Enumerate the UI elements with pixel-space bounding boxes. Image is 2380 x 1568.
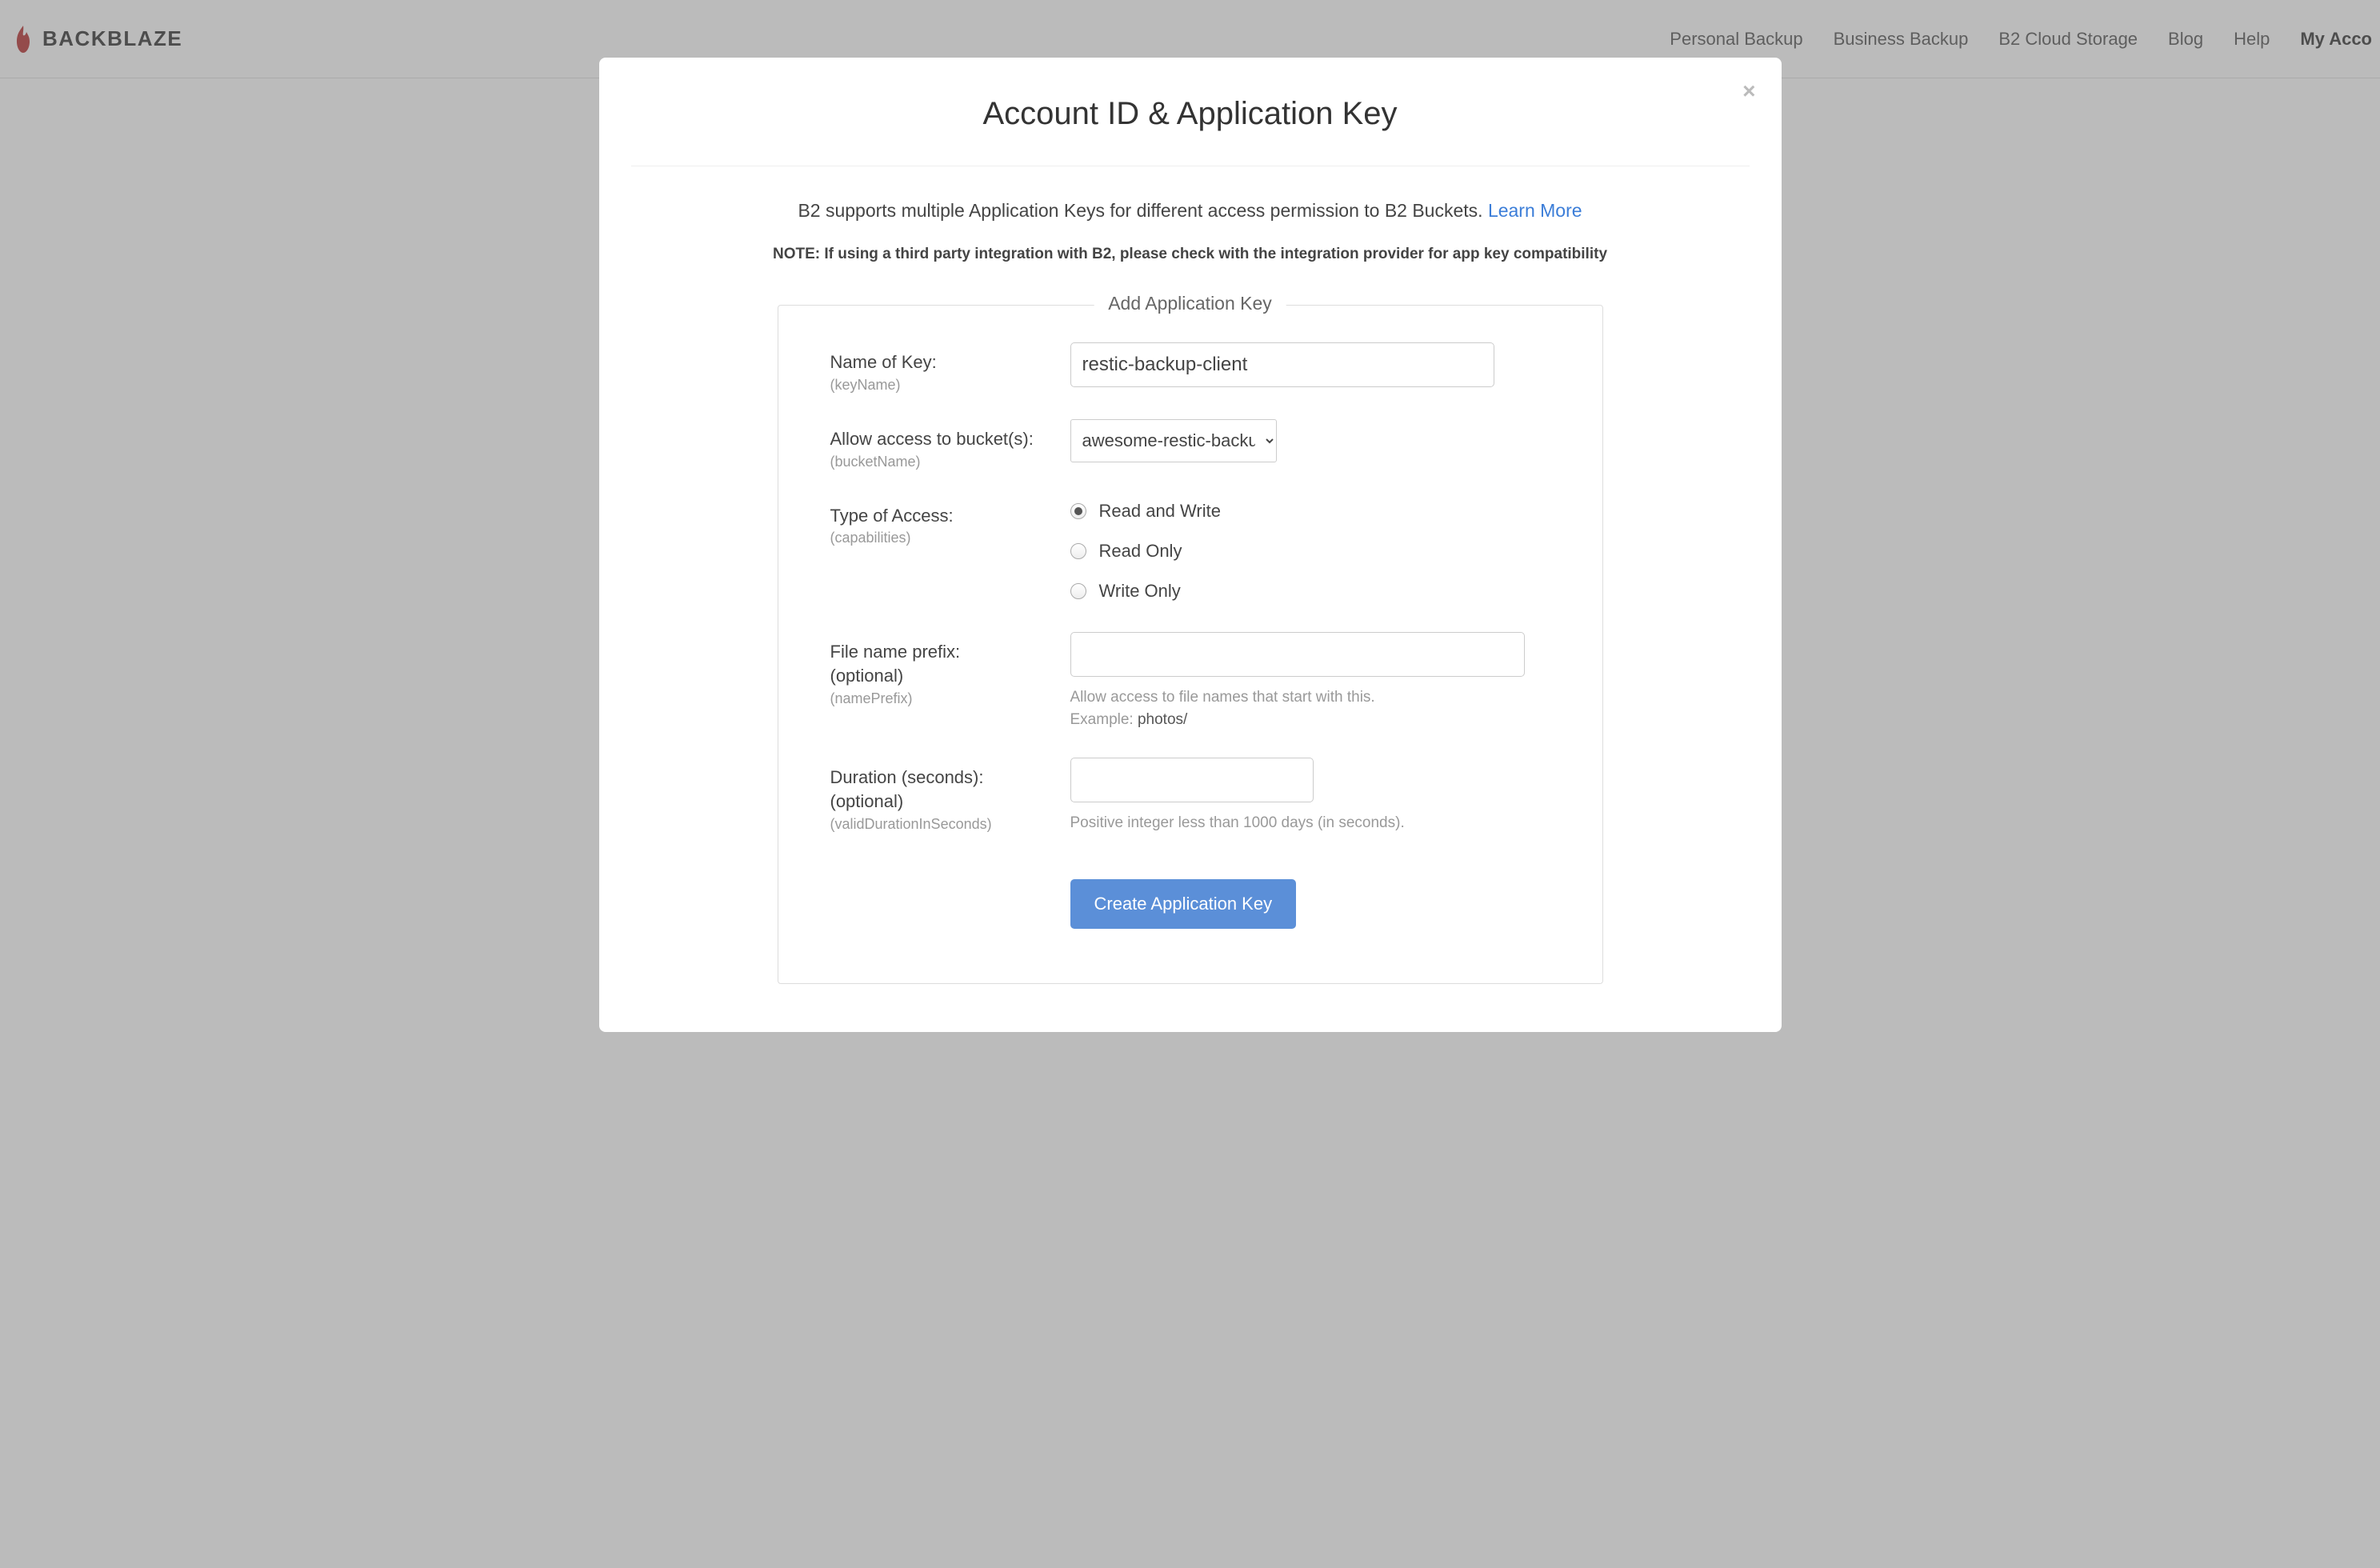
sublabel-access: (capabilities): [830, 530, 1070, 546]
create-key-button[interactable]: Create Application Key: [1070, 879, 1297, 929]
intro-text: B2 supports multiple Application Keys fo…: [798, 200, 1488, 221]
prefix-example-label: Example:: [1070, 711, 1138, 728]
modal-intro: B2 supports multiple Application Keys fo…: [599, 166, 1782, 222]
radio-icon: [1070, 503, 1086, 519]
submit-row: Create Application Key: [1070, 879, 1550, 929]
sublabel-bucket: (bucketName): [830, 454, 1070, 470]
radio-icon: [1070, 583, 1086, 599]
learn-more-link[interactable]: Learn More: [1488, 200, 1582, 221]
fieldset-legend: Add Application Key: [1094, 293, 1286, 314]
sublabel-key-name: (keyName): [830, 377, 1070, 394]
row-access-type: Type of Access: (capabilities) Read and …: [830, 496, 1550, 602]
radio-write-only[interactable]: Write Only: [1070, 581, 1550, 602]
label-duration-1: Duration (seconds):: [830, 766, 1070, 790]
sublabel-duration: (validDurationInSeconds): [830, 816, 1070, 833]
bucket-select[interactable]: awesome-restic-backup: [1070, 419, 1277, 462]
radio-label-wo: Write Only: [1099, 581, 1181, 602]
app-key-modal: × Account ID & Application Key B2 suppor…: [599, 58, 1782, 1032]
prefix-help-text: Allow access to file names that start wi…: [1070, 689, 1375, 706]
prefix-input[interactable]: [1070, 632, 1525, 677]
label-bucket: Allow access to bucket(s):: [830, 427, 1070, 452]
label-duration-2: (optional): [830, 790, 1070, 814]
radio-icon: [1070, 543, 1086, 559]
radio-label-ro: Read Only: [1099, 541, 1182, 562]
row-prefix: File name prefix: (optional) (namePrefix…: [830, 632, 1550, 732]
label-prefix-1: File name prefix:: [830, 640, 1070, 665]
duration-help: Positive integer less than 1000 days (in…: [1070, 812, 1550, 835]
radio-read-write[interactable]: Read and Write: [1070, 501, 1550, 522]
key-name-input[interactable]: [1070, 342, 1494, 387]
row-key-name: Name of Key: (keyName): [830, 342, 1550, 394]
duration-input[interactable]: [1070, 758, 1314, 802]
modal-title: Account ID & Application Key: [599, 58, 1782, 166]
close-icon[interactable]: ×: [1742, 80, 1755, 102]
access-radio-group: Read and Write Read Only Write Only: [1070, 496, 1550, 602]
row-bucket: Allow access to bucket(s): (bucketName) …: [830, 419, 1550, 470]
radio-label-rw: Read and Write: [1099, 501, 1221, 522]
radio-read-only[interactable]: Read Only: [1070, 541, 1550, 562]
sublabel-prefix: (namePrefix): [830, 690, 1070, 707]
label-prefix-2: (optional): [830, 664, 1070, 689]
row-duration: Duration (seconds): (optional) (validDur…: [830, 758, 1550, 835]
prefix-example-value: photos/: [1138, 711, 1187, 728]
label-key-name: Name of Key:: [830, 350, 1070, 375]
label-access: Type of Access:: [830, 504, 1070, 529]
prefix-help: Allow access to file names that start wi…: [1070, 686, 1550, 732]
add-key-fieldset: Add Application Key Name of Key: (keyNam…: [778, 305, 1603, 984]
